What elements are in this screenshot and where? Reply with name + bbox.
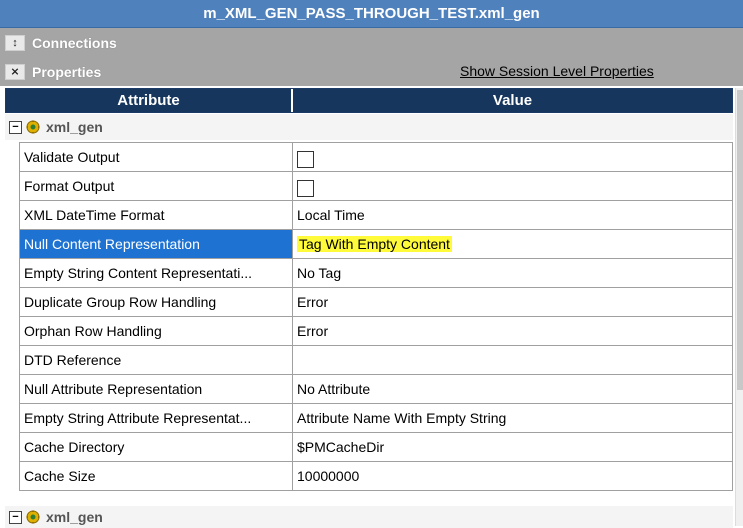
vertical-scrollbar[interactable] [735, 88, 743, 526]
property-row[interactable]: Duplicate Group Row Handling Error [19, 287, 733, 317]
attribute-cell[interactable]: Null Content Representation [19, 229, 293, 259]
value-column-header[interactable]: Value [293, 89, 732, 112]
property-row[interactable]: XML DateTime Format Local Time [19, 200, 733, 230]
attribute-cell[interactable]: Cache Directory [19, 432, 293, 462]
highlighted-value: Tag With Empty Content [297, 236, 452, 252]
properties-label: Properties [32, 63, 102, 80]
value-cell[interactable] [292, 345, 733, 375]
attribute-column-header[interactable]: Attribute [6, 89, 293, 112]
connections-label: Connections [32, 34, 117, 51]
property-row[interactable]: Cache Size 10000000 [19, 461, 733, 491]
attribute-cell[interactable]: Orphan Row Handling [19, 316, 293, 346]
transformation-gear-icon [25, 509, 41, 525]
value-cell[interactable]: Tag With Empty Content [292, 229, 733, 259]
value-cell[interactable]: Local Time [292, 200, 733, 230]
value-cell[interactable] [292, 142, 733, 172]
attribute-cell[interactable]: Empty String Attribute Representat... [19, 403, 293, 433]
group-row-xml-gen-2[interactable]: − xml_gen [5, 506, 733, 528]
collapse-minus-icon[interactable]: − [9, 120, 22, 134]
property-row[interactable]: Format Output [19, 171, 733, 201]
property-row[interactable]: Null Content Representation Tag With Empt… [19, 229, 733, 259]
value-cell[interactable]: No Attribute [292, 374, 733, 404]
value-cell[interactable]: Attribute Name With Empty String [292, 403, 733, 433]
property-row[interactable]: Validate Output [19, 142, 733, 172]
group-name: xml_gen [46, 119, 103, 135]
property-row[interactable]: Null Attribute Representation No Attribut… [19, 374, 733, 404]
window-title: m_XML_GEN_PASS_THROUGH_TEST.xml_gen [0, 0, 743, 28]
attribute-cell[interactable]: Duplicate Group Row Handling [19, 287, 293, 317]
scrollbar-thumb[interactable] [737, 90, 743, 390]
up-down-arrow-icon[interactable]: ↕ [5, 34, 25, 51]
attribute-cell[interactable]: Format Output [19, 171, 293, 201]
collapse-minus-icon[interactable]: − [9, 510, 22, 524]
property-row[interactable]: DTD Reference [19, 345, 733, 375]
checkbox[interactable] [297, 150, 314, 168]
value-cell[interactable]: Error [292, 287, 733, 317]
attribute-cell[interactable]: XML DateTime Format [19, 200, 293, 230]
property-row[interactable]: Empty String Attribute Representat... Att… [19, 403, 733, 433]
property-row[interactable]: Orphan Row Handling Error [19, 316, 733, 346]
collapse-arrow-icon[interactable]: ⨯ [5, 63, 25, 80]
group-name: xml_gen [46, 509, 103, 525]
value-cell[interactable]: 10000000 [292, 461, 733, 491]
property-row[interactable]: Empty String Content Representati... No T… [19, 258, 733, 288]
value-cell[interactable]: $PMCacheDir [292, 432, 733, 462]
attribute-cell[interactable]: Null Attribute Representation [19, 374, 293, 404]
properties-section-header[interactable]: ⨯ Properties Show Session Level Properti… [0, 57, 743, 86]
attribute-cell[interactable]: Empty String Content Representati... [19, 258, 293, 288]
group-row-xml-gen[interactable]: − xml_gen [5, 114, 733, 140]
transformation-gear-icon [25, 119, 41, 135]
checkbox[interactable] [297, 179, 314, 197]
property-row[interactable]: Cache Directory $PMCacheDir [19, 432, 733, 462]
grid-header: Attribute Value [5, 88, 733, 113]
attribute-cell[interactable]: DTD Reference [19, 345, 293, 375]
attribute-cell[interactable]: Validate Output [19, 142, 293, 172]
connections-section-header[interactable]: ↕ Connections [0, 28, 743, 57]
value-cell[interactable]: No Tag [292, 258, 733, 288]
value-cell[interactable]: Error [292, 316, 733, 346]
show-session-level-properties-link[interactable]: Show Session Level Properties [460, 63, 654, 79]
properties-grid: Validate Output Format Output XML DateTime… [19, 142, 733, 491]
attribute-cell[interactable]: Cache Size [19, 461, 293, 491]
value-cell[interactable] [292, 171, 733, 201]
